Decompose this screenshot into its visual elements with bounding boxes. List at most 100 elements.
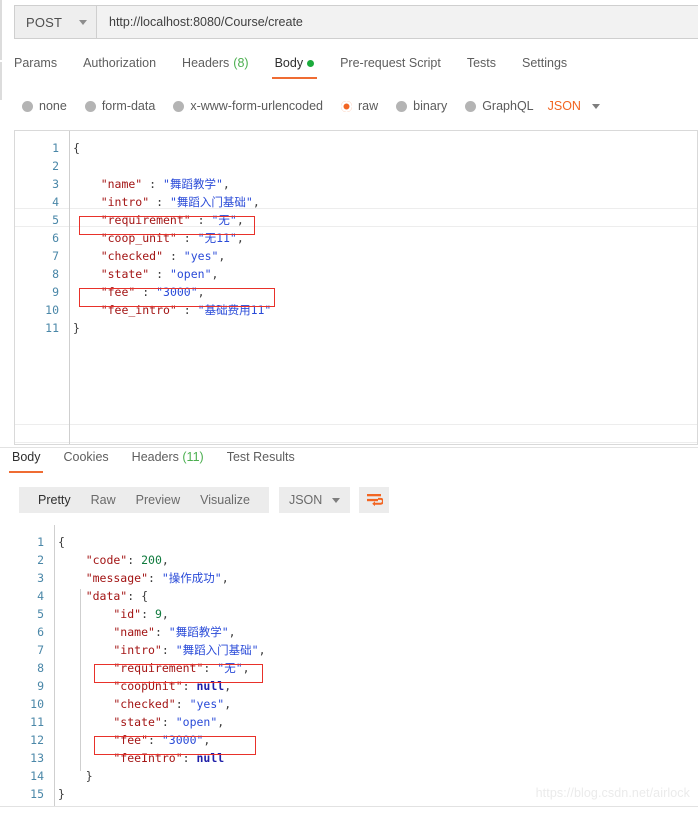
url-input[interactable]: http://localhost:8080/Course/create (96, 5, 698, 39)
code-text: "code": 200, (58, 551, 169, 569)
code-line: 3 "name" : "舞蹈教学", (15, 175, 697, 193)
body-type-radio-form-data[interactable]: form-data (85, 99, 156, 113)
code-line: 2 (15, 157, 697, 175)
code-line: 10 "checked": "yes", (0, 695, 698, 713)
request-body-editor[interactable]: 1{23 "name" : "舞蹈教学",4 "intro" : "舞蹈入门基础… (14, 130, 698, 445)
line-number: 7 (15, 247, 59, 265)
code-text: "feeIntro": null (58, 749, 224, 767)
code-line: 12 "fee": "3000", (0, 731, 698, 749)
app-rail-divider-top (0, 0, 2, 60)
request-tab-label: Settings (522, 56, 567, 70)
request-tab-label: Headers (182, 56, 229, 70)
body-type-label: binary (413, 99, 447, 113)
body-type-radio-binary[interactable]: binary (396, 99, 447, 113)
code-text: "intro" : "舞蹈入门基础", (73, 193, 260, 211)
response-tab-body[interactable]: Body (12, 450, 41, 473)
line-number: 10 (15, 301, 59, 319)
code-text: "message": "操作成功", (58, 569, 229, 587)
code-line: 14 } (0, 767, 698, 785)
code-line: 4 "data": { (0, 587, 698, 605)
response-tab-headers[interactable]: Headers (11) (132, 450, 204, 473)
body-type-radio-x-www-form-urlencoded[interactable]: x-www-form-urlencoded (173, 99, 323, 113)
request-tab-label: Body (275, 56, 304, 70)
code-text: } (73, 319, 80, 337)
response-view-visualize[interactable]: Visualize (190, 493, 260, 507)
line-number: 11 (0, 713, 44, 731)
line-number: 14 (0, 767, 44, 785)
code-text: "requirement" : "无", (73, 211, 244, 229)
code-line: 1{ (15, 139, 697, 157)
request-tab-tests[interactable]: Tests (467, 56, 496, 79)
code-line: 5 "id": 9, (0, 605, 698, 623)
response-format-label: JSON (289, 493, 322, 507)
http-method-label: POST (26, 15, 62, 30)
header-count-badge: (8) (233, 56, 248, 70)
chevron-down-icon (79, 20, 87, 25)
editor-guide-line (15, 424, 697, 425)
code-text: { (73, 139, 80, 157)
line-number: 11 (15, 319, 59, 337)
watermark-text: https://blog.csdn.net/airlock (536, 786, 690, 800)
code-line: 6 "name": "舞蹈教学", (0, 623, 698, 641)
response-tab-label: Test Results (227, 450, 295, 464)
line-number: 6 (15, 229, 59, 247)
line-number: 15 (0, 785, 44, 803)
line-number: 3 (15, 175, 59, 193)
code-line: 10 "fee_intro" : "基础费用11" (15, 301, 697, 319)
code-text: "state" : "open", (73, 265, 218, 283)
body-type-label: GraphQL (482, 99, 533, 113)
request-tab-body[interactable]: Body (275, 56, 315, 79)
http-method-dropdown[interactable]: POST (14, 5, 96, 39)
word-wrap-button[interactable] (359, 487, 389, 513)
response-view-raw[interactable]: Raw (81, 493, 126, 507)
code-text: "fee" : "3000", (73, 283, 205, 301)
line-number: 4 (15, 193, 59, 211)
response-view-pretty[interactable]: Pretty (28, 493, 81, 507)
body-type-label: none (39, 99, 67, 113)
code-text: "requirement": "无", (58, 659, 250, 677)
body-type-radio-raw[interactable]: raw (341, 99, 378, 113)
radio-dot-icon (173, 101, 184, 112)
body-type-radio-group: none form-data x-www-form-urlencoded raw bin… (22, 96, 600, 116)
line-number: 13 (0, 749, 44, 767)
response-tab-label: Headers (132, 450, 179, 464)
code-text: } (58, 767, 93, 785)
line-number: 12 (0, 731, 44, 749)
code-text: "state": "open", (58, 713, 224, 731)
word-wrap-icon (366, 493, 383, 507)
request-tab-pre-request-script[interactable]: Pre-request Script (340, 56, 441, 79)
raw-format-dropdown[interactable]: JSON (548, 99, 600, 113)
code-line: 8 "requirement": "无", (0, 659, 698, 677)
request-tab-settings[interactable]: Settings (522, 56, 567, 79)
code-line: 11} (15, 319, 697, 337)
body-type-radio-graphql[interactable]: GraphQL (465, 99, 533, 113)
code-line: 2 "code": 200, (0, 551, 698, 569)
response-view-preview[interactable]: Preview (126, 493, 190, 507)
code-line: 5 "requirement" : "无", (15, 211, 697, 229)
code-line: 9 "coopUnit": null, (0, 677, 698, 695)
body-type-label: form-data (102, 99, 156, 113)
request-tab-authorization[interactable]: Authorization (83, 56, 156, 79)
request-tab-params[interactable]: Params (14, 56, 57, 79)
response-tab-test-results[interactable]: Test Results (227, 450, 295, 473)
request-tab-headers[interactable]: Headers (8) (182, 56, 249, 79)
line-number: 2 (15, 157, 59, 175)
response-tab-label: Cookies (64, 450, 109, 464)
line-number: 2 (0, 551, 44, 569)
code-line: 11 "state": "open", (0, 713, 698, 731)
code-line: 7 "checked" : "yes", (15, 247, 697, 265)
request-url-row: POST http://localhost:8080/Course/create (14, 5, 698, 39)
radio-dot-icon (396, 101, 407, 112)
line-number: 1 (15, 139, 59, 157)
response-body-editor[interactable]: 1{2 "code": 200,3 "message": "操作成功",4 "d… (0, 525, 698, 806)
body-type-label: raw (358, 99, 378, 113)
line-number: 4 (0, 587, 44, 605)
body-type-radio-none[interactable]: none (22, 99, 67, 113)
chevron-down-icon (592, 104, 600, 109)
radio-dot-icon (465, 101, 476, 112)
response-tab-label: Body (12, 450, 41, 464)
request-tab-label: Authorization (83, 56, 156, 70)
response-tab-cookies[interactable]: Cookies (64, 450, 109, 473)
response-format-dropdown[interactable]: JSON (279, 487, 350, 513)
line-number: 6 (0, 623, 44, 641)
